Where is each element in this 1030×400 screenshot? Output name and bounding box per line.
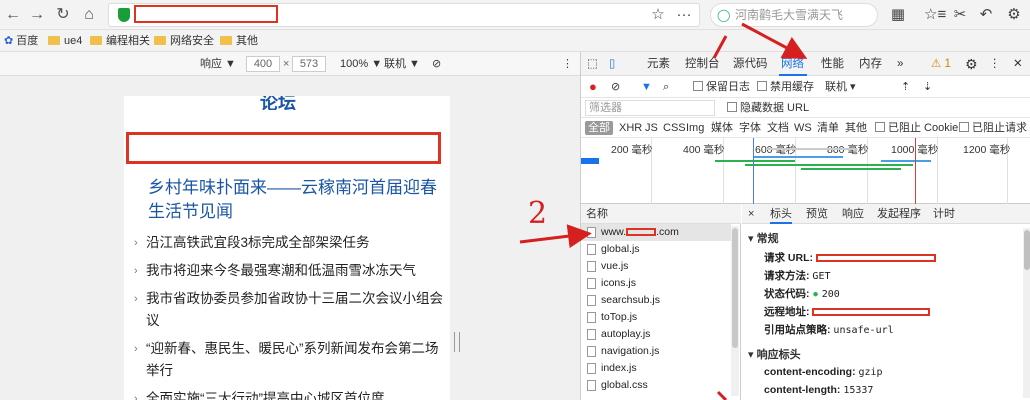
- arrow-to-document-request: [519, 224, 592, 249]
- annotation-layer: [519, 22, 808, 400]
- arrow-partial: [716, 390, 728, 400]
- arrow-to-devtools-toggle: [712, 35, 728, 59]
- arrow-to-network-tab: [741, 22, 808, 59]
- step-number-annotation: 2: [528, 196, 548, 231]
